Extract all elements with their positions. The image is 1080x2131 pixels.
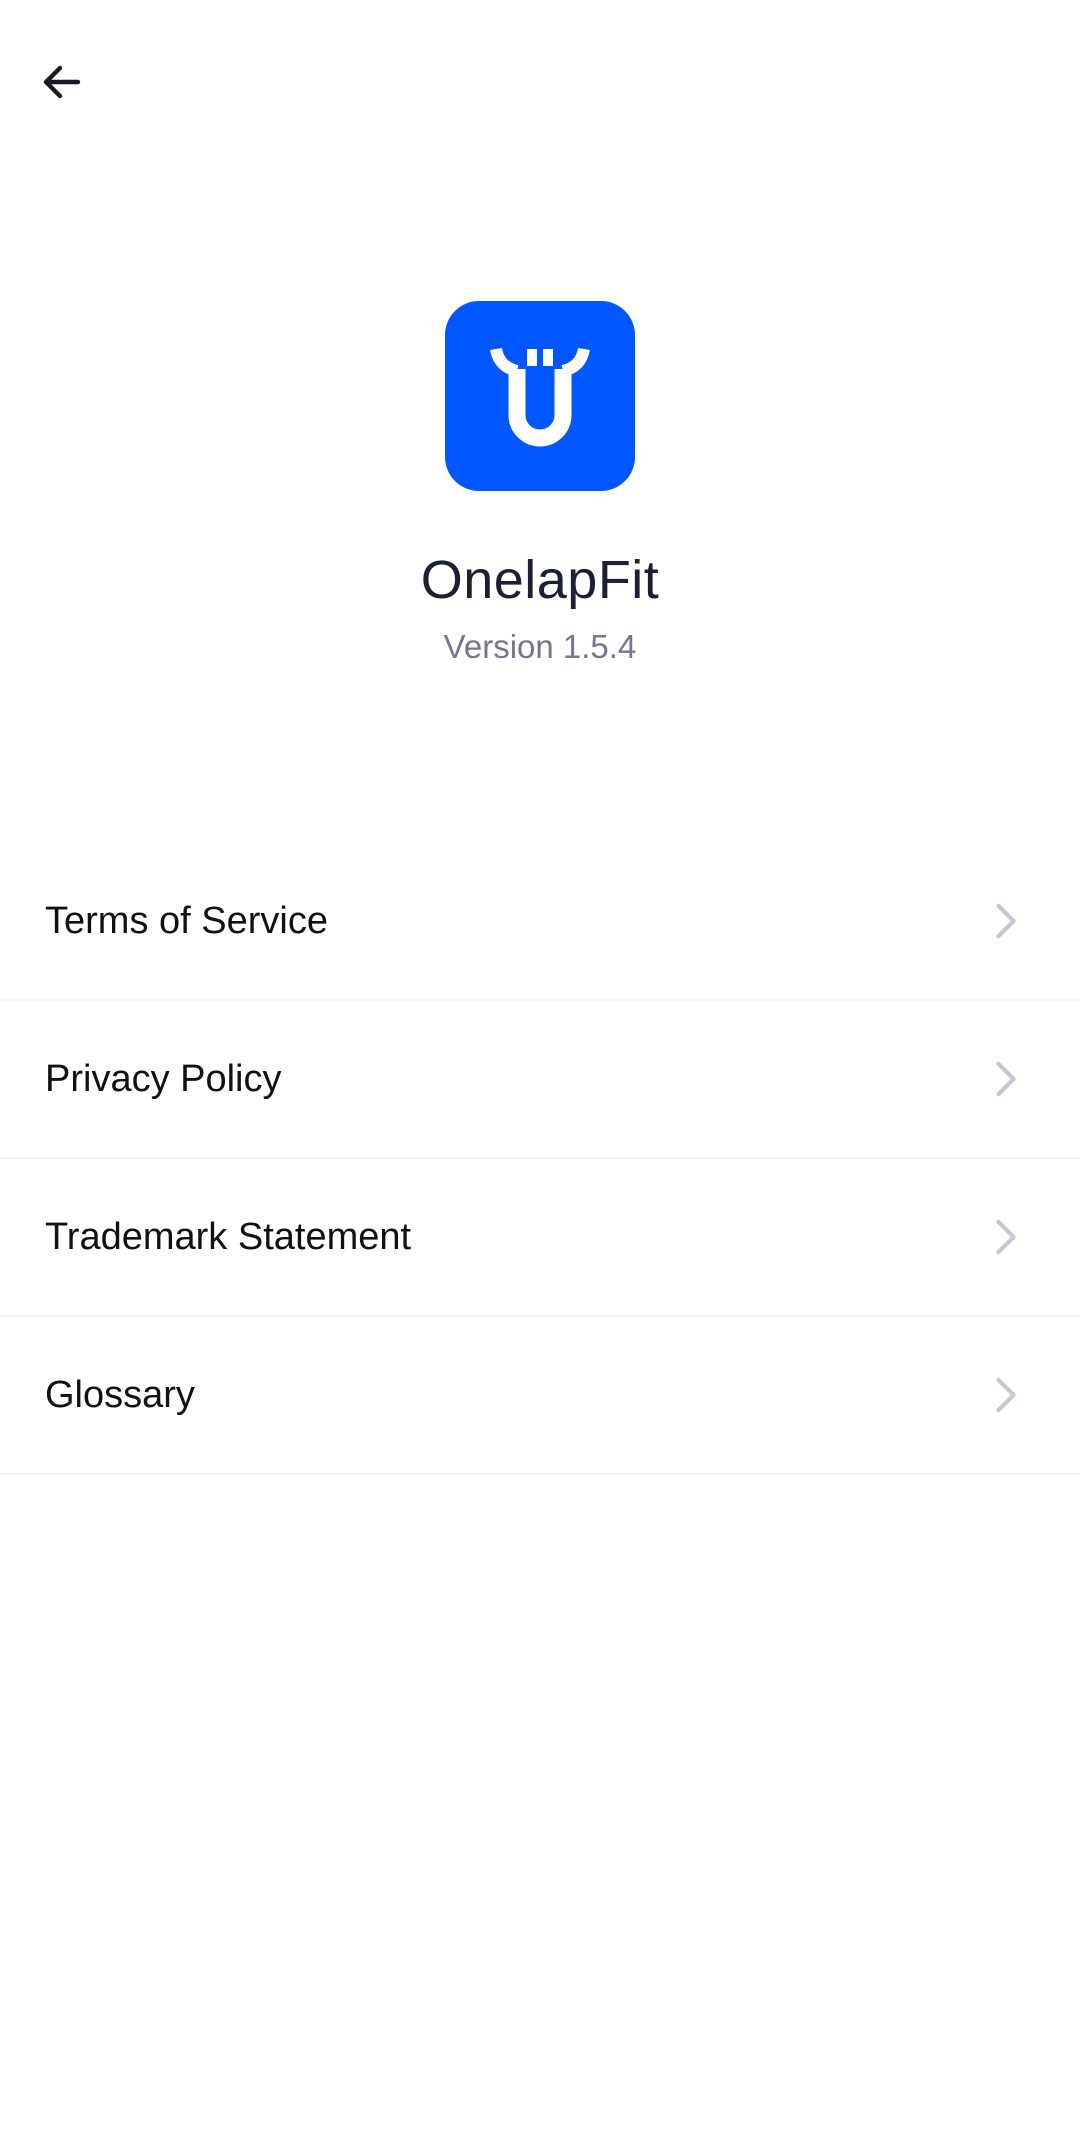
- about-screen: OnelapFit Version 1.5.4 Terms of Service…: [0, 0, 1080, 2131]
- app-version: Version 1.5.4: [443, 628, 637, 665]
- onelap-logo-icon: [490, 347, 590, 447]
- menu-item-glossary[interactable]: Glossary: [0, 1317, 1080, 1475]
- about-menu-list: Terms of Service Privacy Policy Trademar…: [0, 843, 1080, 1475]
- chevron-right-icon: [992, 1376, 1020, 1414]
- about-header: OnelapFit Version 1.5.4: [0, 301, 1080, 667]
- menu-item-label: Trademark Statement: [45, 1216, 412, 1258]
- app-name: OnelapFit: [420, 550, 660, 610]
- chevron-right-icon: [992, 1060, 1020, 1098]
- chevron-right-icon: [992, 1218, 1020, 1256]
- menu-item-terms-of-service[interactable]: Terms of Service: [0, 843, 1080, 1001]
- arrow-left-icon: [43, 65, 81, 99]
- menu-item-trademark-statement[interactable]: Trademark Statement: [0, 1159, 1080, 1317]
- app-logo: [445, 301, 635, 491]
- back-button[interactable]: [20, 40, 104, 124]
- menu-item-label: Terms of Service: [45, 900, 328, 942]
- menu-item-privacy-policy[interactable]: Privacy Policy: [0, 1001, 1080, 1159]
- menu-item-label: Glossary: [45, 1374, 195, 1416]
- chevron-right-icon: [992, 902, 1020, 940]
- menu-item-label: Privacy Policy: [45, 1058, 282, 1100]
